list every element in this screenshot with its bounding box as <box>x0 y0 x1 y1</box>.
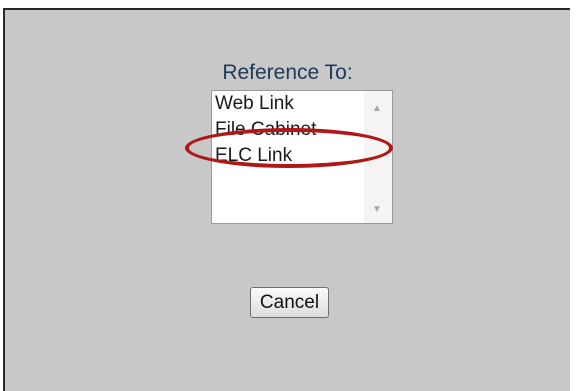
list-option-web-link[interactable]: Web Link <box>215 91 316 117</box>
list-option-file-cabinet[interactable]: File Cabinet <box>215 117 316 143</box>
reference-dialog: Reference To: Web Link File Cabinet ELC … <box>3 8 570 391</box>
scroll-down-arrow-icon[interactable]: ▼ <box>372 205 382 215</box>
scroll-up-arrow-icon[interactable]: ▲ <box>372 104 382 114</box>
list-option-elc-link[interactable]: ELC Link <box>215 143 316 169</box>
listbox-scrollbar[interactable]: ▲ ▼ <box>364 91 392 223</box>
reference-type-listbox[interactable]: Web Link File Cabinet ELC Link ▲ ▼ <box>211 90 393 224</box>
reference-to-label: Reference To: <box>222 61 353 84</box>
listbox-options: Web Link File Cabinet ELC Link <box>215 91 316 169</box>
cancel-button[interactable]: Cancel <box>250 287 329 318</box>
